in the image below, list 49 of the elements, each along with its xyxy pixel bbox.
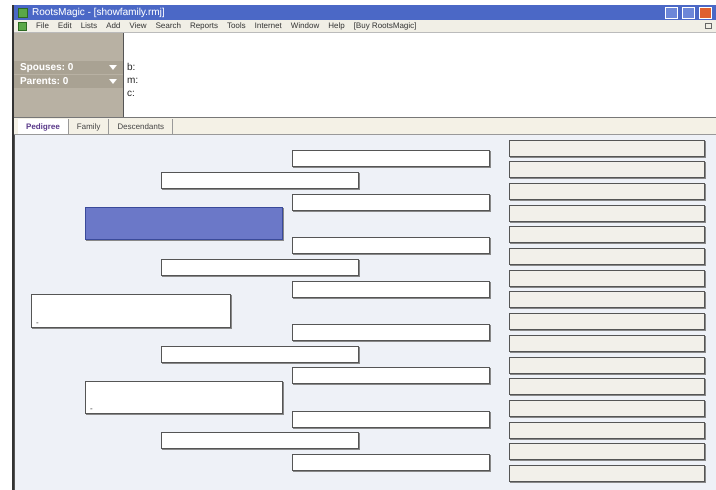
person-box[interactable] <box>292 194 490 211</box>
field-label: b: <box>127 61 136 74</box>
person-box[interactable] <box>161 346 359 363</box>
person-box[interactable] <box>292 237 490 254</box>
person-box[interactable] <box>509 270 705 287</box>
menu-item[interactable]: Reports <box>190 22 218 30</box>
person-box[interactable] <box>509 248 705 265</box>
menu-item[interactable]: [Buy RootsMagic] <box>354 22 416 30</box>
person-box[interactable] <box>509 291 705 308</box>
person-box[interactable] <box>509 465 705 482</box>
menu-item[interactable]: File <box>36 22 49 30</box>
person-box[interactable] <box>509 334 705 352</box>
caret-icon <box>109 65 117 70</box>
menu-item[interactable]: Add <box>106 22 120 30</box>
person-box[interactable] <box>292 324 490 341</box>
person-box[interactable] <box>292 280 490 298</box>
menu-item[interactable]: Tools <box>226 22 246 30</box>
person-box[interactable] <box>509 443 705 460</box>
menu-item[interactable]: Help <box>328 22 345 30</box>
menu-item[interactable]: Window <box>290 22 320 30</box>
tab[interactable]: Pedigree <box>18 119 69 134</box>
person-box[interactable] <box>292 367 490 384</box>
person-box[interactable] <box>509 313 705 330</box>
person-box[interactable] <box>509 226 705 244</box>
person-box[interactable] <box>509 140 705 156</box>
person-box[interactable] <box>509 356 705 374</box>
field-label: c: <box>127 87 136 100</box>
person-box[interactable] <box>509 182 705 200</box>
person-box[interactable] <box>161 172 359 190</box>
person-box[interactable]: - <box>31 294 231 328</box>
person-box[interactable] <box>509 422 705 439</box>
person-box[interactable] <box>161 258 359 276</box>
menu-item[interactable]: View <box>129 22 147 30</box>
person-box[interactable] <box>509 204 705 222</box>
menu-item[interactable]: Lists <box>80 22 98 30</box>
person-box[interactable] <box>292 410 490 428</box>
person-box[interactable]: - <box>85 381 283 414</box>
field-label: m: <box>127 74 138 87</box>
caret-icon <box>109 79 117 84</box>
person-box[interactable] <box>509 161 705 178</box>
person-box[interactable] <box>509 378 705 396</box>
person-box[interactable] <box>292 150 490 168</box>
menu-item[interactable]: Internet <box>254 22 282 30</box>
window-title: RootsMagic - [showfamily.rmj] <box>32 8 165 18</box>
menu-item[interactable]: Search <box>156 22 181 30</box>
person-box[interactable] <box>292 454 490 472</box>
person-box[interactable] <box>161 432 359 450</box>
menu-item[interactable]: Edit <box>58 22 72 30</box>
person-box[interactable] <box>509 400 705 417</box>
